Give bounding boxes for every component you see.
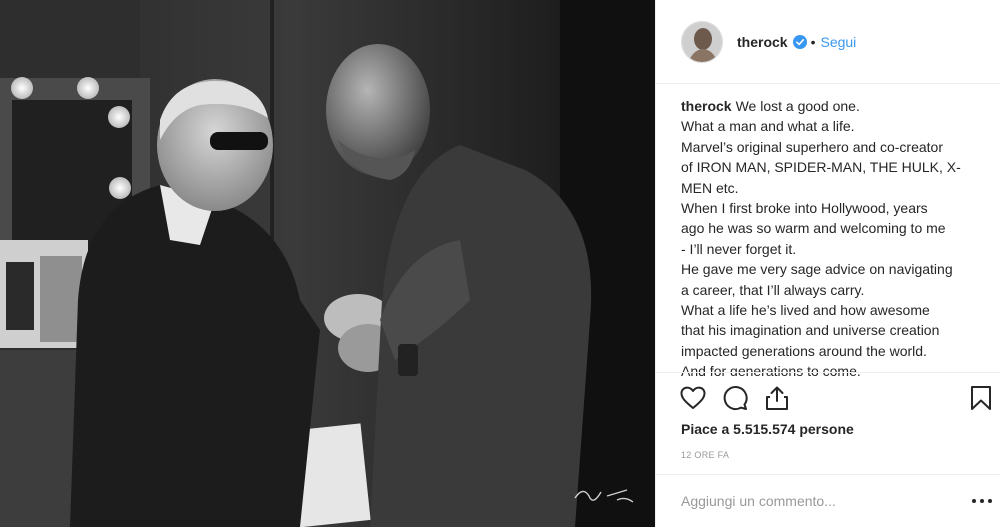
caption-line: What a man and what a life.	[681, 118, 855, 135]
caption-line: ago he was so warm and welcoming to me	[681, 220, 946, 237]
follow-button[interactable]: Segui	[820, 34, 856, 50]
caption-line: MEN etc.	[681, 179, 739, 196]
heart-icon	[680, 386, 706, 409]
caption-line: And for generations to come.	[681, 363, 861, 376]
caption-line: a career, that I’ll always carry.	[681, 281, 865, 298]
post-sidebar: therock • Segui therock We lost a good on…	[655, 0, 1000, 527]
more-options-button[interactable]	[970, 491, 994, 511]
caption-line: - I’ll never forget it.	[681, 240, 797, 257]
caption-line: What a life he’s lived and how awesome	[681, 302, 930, 319]
comment-button[interactable]	[720, 383, 750, 413]
comment-input[interactable]	[681, 489, 941, 513]
divider	[656, 372, 1000, 373]
post-photo[interactable]	[0, 0, 655, 527]
comment-bar	[656, 474, 1000, 527]
post-image	[0, 0, 655, 527]
caption-line: that his imagination and universe creati…	[681, 322, 940, 339]
post-timestamp[interactable]: 12 ORE FA	[681, 450, 729, 460]
caption-author-link[interactable]: therock	[681, 98, 732, 114]
caption-line: therock We lost a good one.	[681, 98, 860, 114]
caption-line: of IRON MAN, SPIDER-MAN, THE HULK, X-	[681, 159, 961, 176]
like-button[interactable]	[678, 383, 708, 413]
caption-line: He gave me very sage advice on navigatin…	[681, 261, 953, 278]
comment-icon	[723, 386, 748, 410]
separator-dot: •	[810, 33, 816, 50]
verified-badge-icon	[792, 34, 807, 49]
share-icon	[766, 386, 788, 410]
action-bar	[678, 383, 996, 415]
share-button[interactable]	[762, 383, 792, 413]
likes-count[interactable]: Piace a 5.515.574 persone	[681, 421, 854, 437]
more-options-icon	[972, 499, 992, 503]
post-header: therock • Segui	[656, 0, 1000, 84]
caption-line: impacted generations around the world.	[681, 342, 927, 359]
bookmark-icon	[971, 386, 991, 410]
save-button[interactable]	[966, 383, 996, 413]
post-caption: therock We lost a good one. What a man an…	[681, 96, 981, 376]
username-link[interactable]: therock	[737, 34, 788, 50]
caption-line: When I first broke into Hollywood, years	[681, 200, 928, 217]
avatar[interactable]	[681, 20, 723, 63]
caption-line: Marvel’s original superhero and co-creat…	[681, 138, 943, 155]
